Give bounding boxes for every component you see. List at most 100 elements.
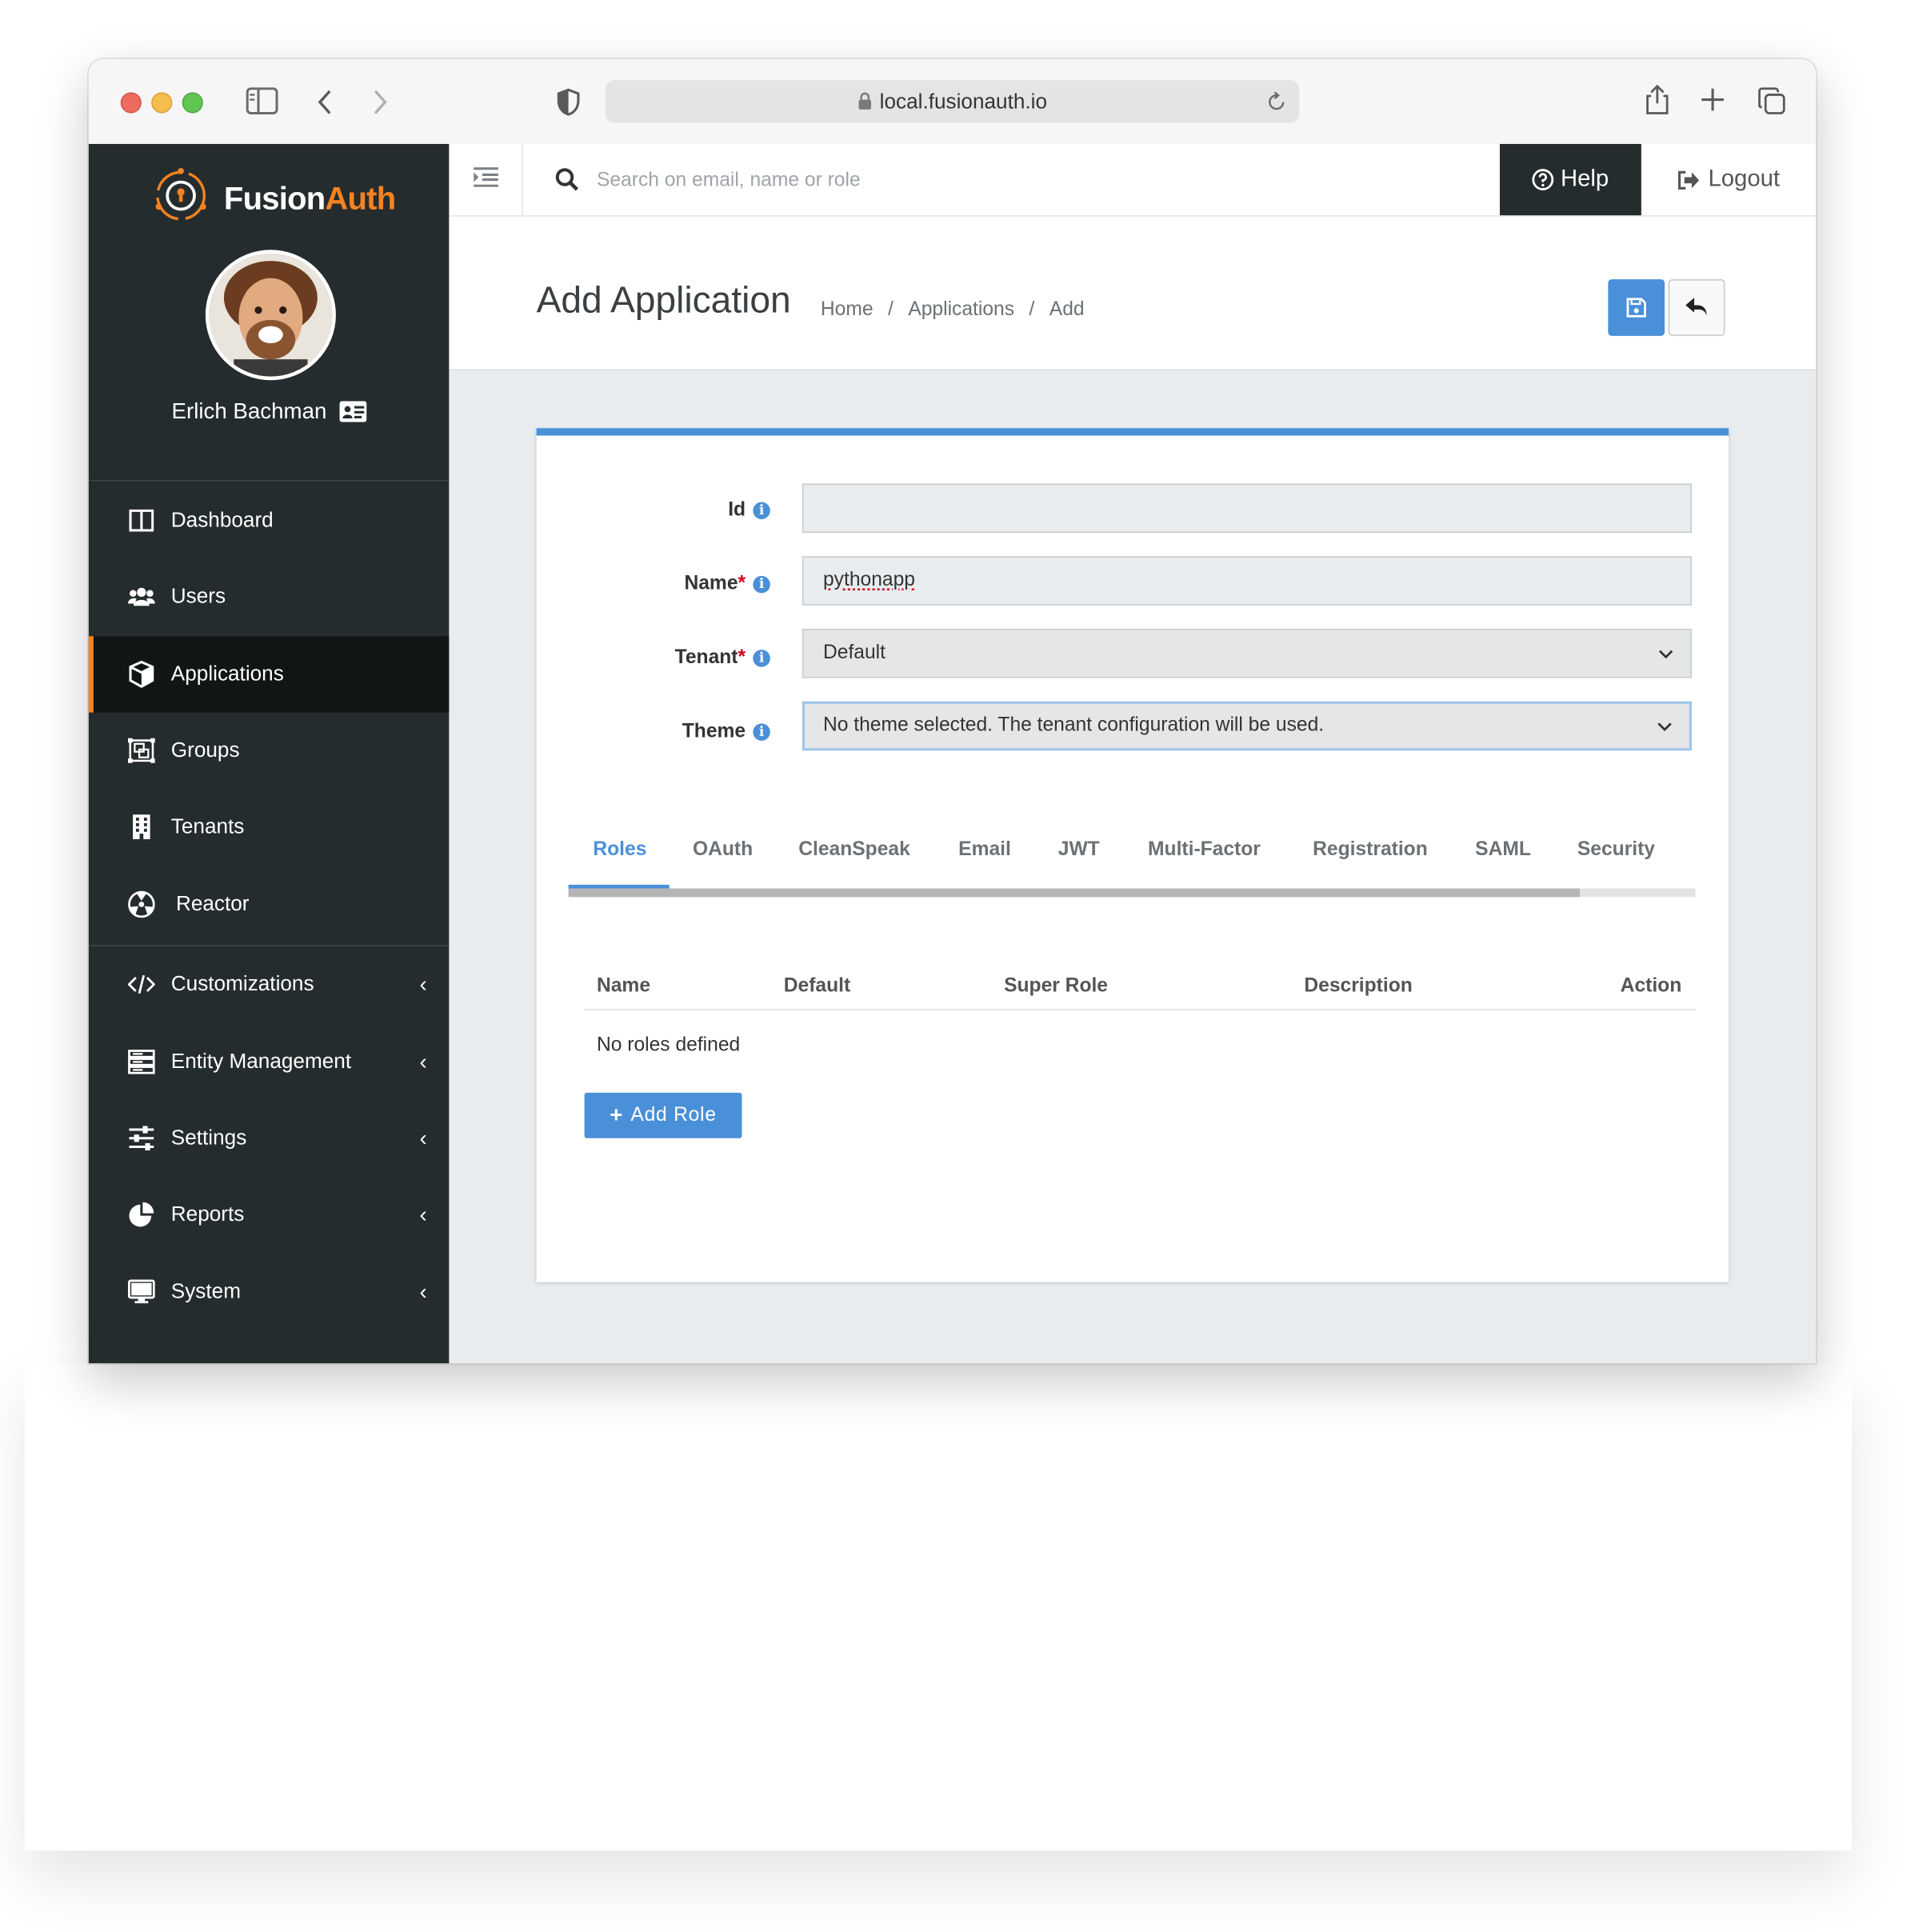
fusionauth-logo[interactable]: FusionAuth bbox=[153, 166, 396, 229]
forward-nav-icon[interactable] bbox=[372, 89, 390, 122]
menu-toggle-button[interactable] bbox=[449, 143, 523, 216]
info-icon[interactable]: i bbox=[753, 575, 770, 594]
url-text: local.fusionauth.io bbox=[879, 90, 1047, 114]
sidebar-item-reactor[interactable]: Reactor bbox=[89, 866, 450, 942]
search-input[interactable] bbox=[594, 161, 1337, 201]
theme-select[interactable]: No theme selected. The tenant configurat… bbox=[802, 701, 1692, 751]
object-group-icon bbox=[127, 737, 155, 764]
outdent-icon bbox=[473, 166, 498, 192]
chevron-left-icon: ‹ bbox=[419, 1049, 427, 1074]
tenant-select[interactable]: Default bbox=[802, 628, 1692, 678]
tenant-label: Tenant* i bbox=[537, 647, 770, 670]
user-name: Erlich Bachman bbox=[171, 398, 327, 424]
required-marker: * bbox=[738, 573, 746, 594]
new-tab-icon[interactable] bbox=[1701, 87, 1725, 118]
sidebar-toggle-icon[interactable] bbox=[246, 87, 278, 121]
tenant-select-value: Default bbox=[822, 642, 886, 664]
sidebar-item-label: Dashboard bbox=[170, 508, 274, 532]
reactor-icon bbox=[128, 890, 155, 918]
tab-cleanspeak[interactable]: CleanSpeak bbox=[798, 839, 910, 862]
breadcrumb: Home / Applications / Add bbox=[821, 299, 1085, 322]
close-window-button[interactable] bbox=[120, 92, 142, 114]
empty-table-message: No roles defined bbox=[596, 1034, 741, 1056]
share-icon[interactable] bbox=[1644, 84, 1671, 122]
back-button[interactable] bbox=[1668, 279, 1725, 336]
id-field[interactable] bbox=[802, 483, 1692, 533]
sidebar-item-applications[interactable]: Applications bbox=[88, 636, 450, 713]
sidebar-item-label: Tenants bbox=[170, 814, 245, 838]
name-label: Name* i bbox=[537, 574, 770, 596]
help-button[interactable]: Help bbox=[1499, 143, 1641, 216]
tab-multi-factor[interactable]: Multi-Factor bbox=[1148, 839, 1261, 862]
breadcrumb-current: Add bbox=[1049, 298, 1085, 320]
sidebar-item-entity-management[interactable]: Entity Management ‹ bbox=[89, 1024, 450, 1100]
id-card-icon bbox=[338, 401, 366, 428]
sidebar-item-label: System bbox=[170, 1279, 241, 1303]
info-icon[interactable]: i bbox=[753, 723, 770, 741]
save-icon bbox=[1626, 298, 1646, 318]
tab-security[interactable]: Security bbox=[1577, 839, 1655, 862]
browser-window: local.fusionauth.io FusionAuth Erlich Ba… bbox=[88, 58, 1817, 1364]
sidebar-item-label: Users bbox=[170, 584, 226, 608]
help-label: Help bbox=[1561, 166, 1609, 192]
add-role-button[interactable]: + Add Role bbox=[584, 1092, 742, 1138]
tab-registration[interactable]: Registration bbox=[1313, 839, 1428, 862]
sliders-icon bbox=[128, 1125, 155, 1152]
column-header-default: Default bbox=[783, 975, 851, 997]
minimize-window-button[interactable] bbox=[151, 92, 173, 114]
application-form-panel: Id i Name* i pythonapp Tenant* i Default Th… bbox=[536, 428, 1729, 1282]
reply-icon bbox=[1685, 298, 1708, 318]
address-bar[interactable]: local.fusionauth.io bbox=[605, 79, 1300, 123]
sidebar-item-label: Applications bbox=[170, 662, 284, 686]
pie-chart-icon bbox=[128, 1201, 155, 1228]
fusionauth-logo-icon bbox=[153, 166, 210, 229]
sidebar-item-label: Groups bbox=[170, 738, 240, 762]
chevron-left-icon: ‹ bbox=[419, 971, 427, 997]
tab-overview-icon[interactable] bbox=[1757, 86, 1786, 122]
sidebar-item-system[interactable]: System ‹ bbox=[89, 1254, 450, 1330]
breadcrumb-home[interactable]: Home bbox=[821, 299, 874, 320]
tab-roles[interactable]: Roles bbox=[593, 839, 646, 862]
column-header-action: Action bbox=[1620, 975, 1682, 997]
info-icon[interactable]: i bbox=[753, 502, 770, 520]
back-nav-icon[interactable] bbox=[316, 89, 334, 122]
tab-scrollbar-thumb[interactable] bbox=[568, 888, 1580, 898]
name-field-value: pythonapp bbox=[822, 570, 915, 591]
info-icon[interactable]: i bbox=[753, 650, 770, 667]
columns-icon bbox=[128, 507, 155, 534]
sidebar-item-customizations[interactable]: Customizations ‹ bbox=[89, 946, 450, 1022]
sidebar-item-reports[interactable]: Reports ‹ bbox=[89, 1176, 450, 1252]
sidebar-item-dashboard[interactable]: Dashboard bbox=[89, 482, 450, 558]
user-profile[interactable]: Erlich Bachman bbox=[89, 398, 450, 428]
zoom-window-button[interactable] bbox=[182, 92, 203, 114]
sidebar-item-settings[interactable]: Settings ‹ bbox=[89, 1100, 450, 1176]
column-header-super-role: Super Role bbox=[1004, 975, 1109, 997]
privacy-shield-icon[interactable] bbox=[556, 87, 581, 123]
search-icon bbox=[555, 167, 580, 198]
question-circle-icon bbox=[1533, 169, 1555, 191]
name-field[interactable]: pythonapp bbox=[802, 556, 1692, 606]
sidebar-item-users[interactable]: Users bbox=[89, 558, 450, 634]
logout-button[interactable]: Logout bbox=[1641, 144, 1816, 215]
save-button[interactable] bbox=[1608, 279, 1665, 336]
brand-name: FusionAuth bbox=[223, 178, 396, 216]
tab-bar: Roles OAuth CleanSpeak Email JWT Multi-F… bbox=[568, 827, 1696, 898]
sidebar-divider bbox=[88, 479, 450, 482]
browser-toolbar: local.fusionauth.io bbox=[88, 58, 1817, 146]
tab-saml[interactable]: SAML bbox=[1475, 839, 1531, 862]
sidebar-item-label: Customizations bbox=[170, 972, 314, 996]
sidebar-item-groups[interactable]: Groups bbox=[89, 713, 450, 789]
users-icon bbox=[127, 583, 155, 610]
chevron-down-icon bbox=[1657, 705, 1672, 749]
avatar[interactable] bbox=[205, 250, 336, 381]
plus-icon: + bbox=[610, 1102, 624, 1127]
tab-email[interactable]: Email bbox=[958, 839, 1011, 862]
chevron-left-icon: ‹ bbox=[419, 1125, 427, 1150]
sidebar-item-label: Entity Management bbox=[170, 1049, 352, 1074]
reload-icon[interactable] bbox=[1267, 91, 1287, 118]
sidebar-item-tenants[interactable]: Tenants bbox=[89, 789, 450, 865]
required-marker: * bbox=[738, 647, 746, 669]
tab-oauth[interactable]: OAuth bbox=[693, 839, 753, 862]
tab-jwt[interactable]: JWT bbox=[1058, 839, 1100, 862]
breadcrumb-applications[interactable]: Applications bbox=[908, 299, 1014, 320]
